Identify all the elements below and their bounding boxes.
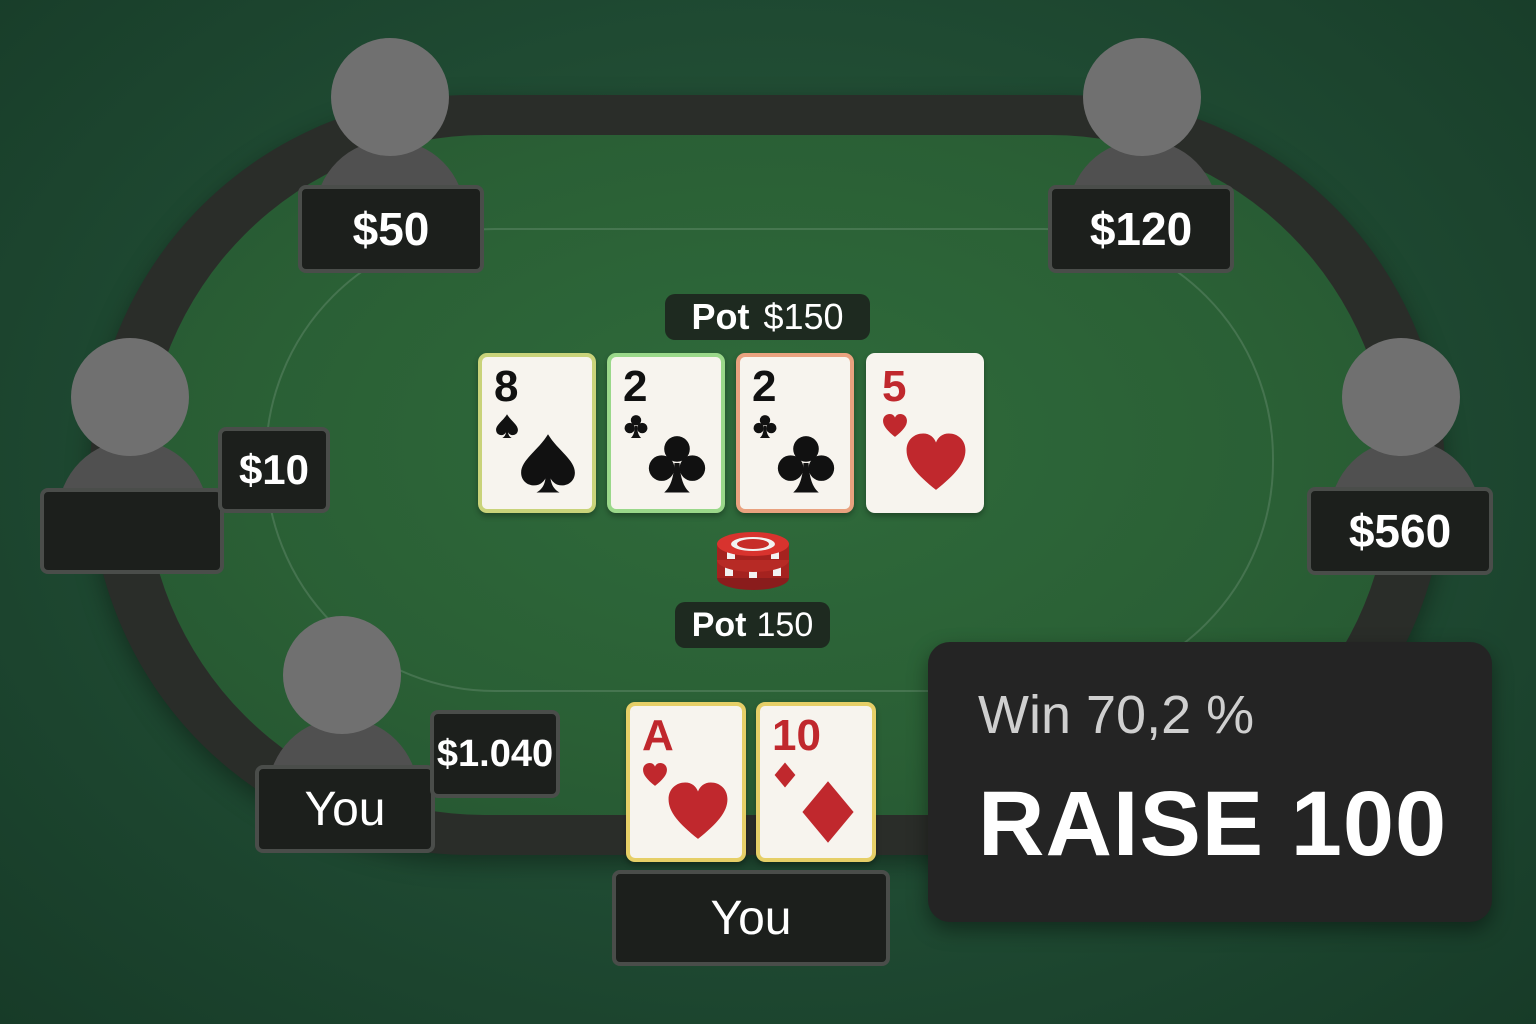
- player-avatar-icon: [283, 616, 401, 734]
- board-card: 5: [866, 353, 984, 513]
- heart-icon: [666, 780, 730, 844]
- club-icon: [774, 431, 838, 495]
- pot-label-text: Pot: [691, 296, 750, 337]
- card-rank: 5: [882, 362, 907, 411]
- chip-stack-icon: [717, 532, 789, 590]
- card-rank: A: [642, 711, 674, 760]
- seat-stack-label: $1.040: [430, 710, 560, 798]
- card-rank: 2: [623, 362, 648, 411]
- spade-icon: [516, 431, 580, 495]
- seat-stack-label: $560: [1307, 487, 1493, 575]
- seat-stack-label: $10: [218, 427, 330, 513]
- board-card: 8: [478, 353, 596, 513]
- pot-amount: 150: [756, 605, 814, 644]
- seat-name-label: [40, 488, 224, 574]
- board-card: 2: [607, 353, 725, 513]
- recommended-action: RAISE 100: [978, 773, 1448, 875]
- player-avatar-icon: [71, 338, 189, 456]
- diamond-icon: [796, 780, 860, 844]
- pot-amount: $150: [763, 296, 844, 337]
- club-icon: [645, 431, 709, 495]
- heart-icon: [904, 431, 968, 495]
- player-avatar-icon: [1342, 338, 1460, 456]
- hero-card: A: [626, 702, 746, 862]
- board-card: 2: [736, 353, 854, 513]
- heart-icon: [642, 762, 668, 788]
- card-rank: 2: [752, 362, 777, 411]
- player-avatar-icon: [1083, 38, 1201, 156]
- diamond-icon: [772, 762, 798, 788]
- pot-label-bottom: Pot 150: [675, 602, 830, 648]
- win-probability: Win 70,2 %: [978, 685, 1255, 745]
- seat-stack-label: $50: [298, 185, 484, 273]
- hero-name-label: You: [612, 870, 890, 966]
- advisor-panel: Win 70,2 % RAISE 100: [928, 642, 1492, 922]
- hero-card: 10: [756, 702, 876, 862]
- seat-name-label: You: [255, 765, 435, 853]
- card-rank: 8: [494, 362, 519, 411]
- pot-label-top: Pot $150: [665, 294, 870, 340]
- card-rank: 10: [772, 711, 821, 760]
- player-avatar-icon: [331, 38, 449, 156]
- seat-stack-label: $120: [1048, 185, 1234, 273]
- pot-label-text: Pot: [691, 605, 747, 644]
